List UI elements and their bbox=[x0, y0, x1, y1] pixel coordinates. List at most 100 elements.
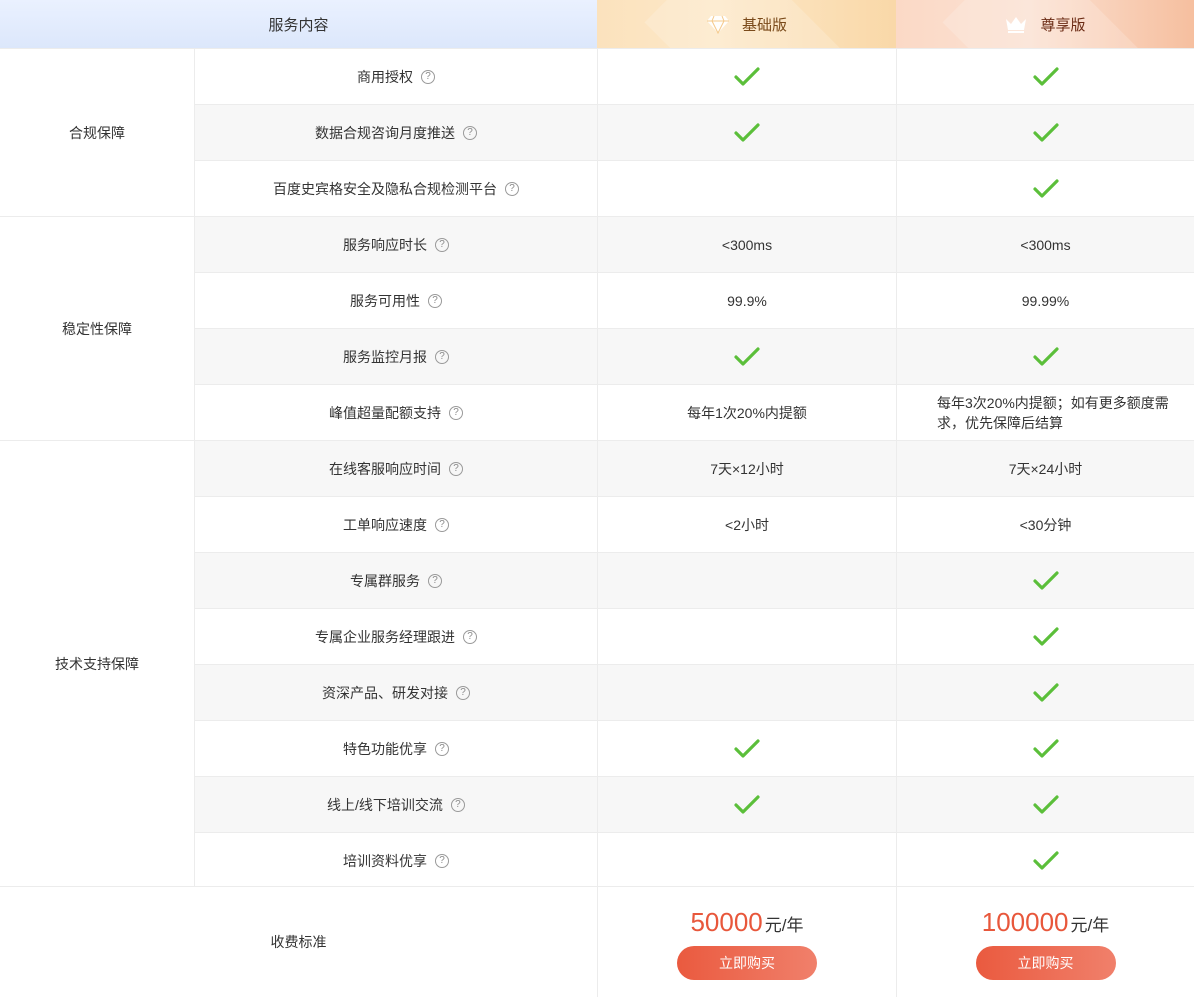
basic-value-cell bbox=[597, 161, 896, 217]
basic-value-cell: 7天×12小时 bbox=[597, 441, 896, 497]
question-circle-icon[interactable]: ? bbox=[421, 70, 435, 84]
basic-value-cell bbox=[597, 609, 896, 665]
feature-cell: 工单响应速度? bbox=[195, 497, 597, 553]
premium-value-cell bbox=[896, 105, 1194, 161]
check-icon bbox=[734, 795, 760, 814]
table-row: 峰值超量配额支持? 每年1次20%内提额 每年3次20%内提额；如有更多额度需求，优… bbox=[195, 384, 1194, 441]
category-label: 技术支持保障 bbox=[55, 655, 139, 672]
feature-label: 数据合规咨询月度推送 bbox=[315, 125, 455, 141]
premium-value-cell bbox=[896, 609, 1194, 665]
premium-value: 99.99% bbox=[1021, 293, 1070, 309]
question-circle-icon[interactable]: ? bbox=[449, 406, 463, 420]
table-row: 服务可用性? 99.9% 99.99% bbox=[195, 272, 1194, 329]
premium-value: <30分钟 bbox=[1019, 517, 1072, 533]
category-stability: 稳定性保障 bbox=[0, 216, 195, 440]
check-icon bbox=[734, 123, 760, 142]
premium-price-unit: 元/年 bbox=[1070, 916, 1110, 935]
category-compliance: 合规保障 bbox=[0, 48, 195, 216]
basic-value-cell bbox=[597, 777, 896, 833]
basic-value-cell bbox=[597, 49, 896, 105]
table-row: 专属企业服务经理跟进? bbox=[195, 608, 1194, 665]
premium-price: 100000 元/年 bbox=[982, 907, 1110, 938]
premium-value-cell bbox=[896, 721, 1194, 777]
premium-value: 7天×24小时 bbox=[1008, 461, 1083, 477]
feature-label: 专属企业服务经理跟进 bbox=[315, 629, 455, 645]
question-circle-icon[interactable]: ? bbox=[463, 126, 477, 140]
basic-value-cell: <300ms bbox=[597, 217, 896, 273]
question-circle-icon[interactable]: ? bbox=[435, 854, 449, 868]
category-tech-support: 技术支持保障 bbox=[0, 440, 195, 886]
question-circle-icon[interactable]: ? bbox=[505, 182, 519, 196]
basic-value-cell bbox=[597, 329, 896, 385]
premium-price-amount: 100000 bbox=[981, 907, 1069, 937]
table-row: 商用授权? bbox=[195, 48, 1194, 105]
premium-value-cell bbox=[896, 665, 1194, 721]
buy-premium-button[interactable]: 立即购买 bbox=[975, 946, 1116, 980]
feature-cell: 特色功能优享? bbox=[195, 721, 597, 777]
fee-label-cell: 收费标准 bbox=[0, 886, 597, 997]
feature-cell: 在线客服响应时间? bbox=[195, 441, 597, 497]
basic-value-cell bbox=[597, 553, 896, 609]
basic-value-cell bbox=[597, 105, 896, 161]
feature-label: 服务响应时长 bbox=[343, 237, 427, 253]
premium-value-cell: <300ms bbox=[896, 217, 1194, 273]
check-icon bbox=[1032, 739, 1059, 758]
question-circle-icon[interactable]: ? bbox=[463, 630, 477, 644]
feature-label: 专属群服务 bbox=[350, 573, 420, 589]
crown-icon bbox=[1006, 17, 1027, 33]
feature-cell: 专属企业服务经理跟进? bbox=[195, 609, 597, 665]
premium-value-cell: 99.99% bbox=[896, 273, 1194, 329]
feature-cell: 专属群服务? bbox=[195, 553, 597, 609]
feature-cell: 商用授权? bbox=[195, 49, 597, 105]
table-row: 在线客服响应时间? 7天×12小时 7天×24小时 bbox=[195, 440, 1194, 497]
basic-value: 7天×12小时 bbox=[710, 461, 784, 477]
header-service-content: 服务内容 bbox=[0, 0, 597, 48]
question-circle-icon[interactable]: ? bbox=[450, 798, 465, 812]
check-icon bbox=[734, 67, 760, 86]
buy-basic-button[interactable]: 立即购买 bbox=[677, 946, 817, 980]
header-basic-label: 基础版 bbox=[741, 16, 787, 34]
question-circle-icon[interactable]: ? bbox=[449, 462, 463, 476]
basic-value: 每年1次20%内提额 bbox=[687, 405, 807, 421]
fee-basic-cell: 50000 元/年 立即购买 bbox=[597, 886, 896, 997]
question-circle-icon[interactable]: ? bbox=[428, 294, 442, 308]
check-icon bbox=[1032, 627, 1059, 646]
premium-value-cell bbox=[896, 49, 1194, 105]
basic-value: <2小时 bbox=[725, 517, 769, 533]
basic-value-cell: 99.9% bbox=[597, 273, 896, 329]
check-icon bbox=[1032, 571, 1059, 590]
premium-value: <300ms bbox=[1020, 237, 1071, 253]
category-label: 稳定性保障 bbox=[62, 320, 132, 337]
question-circle-icon[interactable]: ? bbox=[428, 574, 442, 588]
feature-cell: 服务可用性? bbox=[195, 273, 597, 329]
question-circle-icon[interactable]: ? bbox=[456, 686, 470, 700]
check-icon bbox=[734, 347, 760, 366]
basic-value-cell: <2小时 bbox=[597, 497, 896, 553]
premium-value-cell bbox=[896, 833, 1194, 889]
feature-cell: 峰值超量配额支持? bbox=[195, 385, 597, 441]
feature-label: 百度史宾格安全及隐私合规检测平台 bbox=[273, 181, 497, 197]
question-circle-icon[interactable]: ? bbox=[435, 238, 449, 252]
table-row: 工单响应速度? <2小时 <30分钟 bbox=[195, 496, 1194, 553]
premium-value-cell: 7天×24小时 bbox=[896, 441, 1194, 497]
question-circle-icon[interactable]: ? bbox=[435, 518, 449, 532]
basic-value-cell bbox=[597, 833, 896, 889]
premium-value-cell bbox=[896, 161, 1194, 217]
feature-label: 服务可用性 bbox=[350, 293, 420, 309]
feature-label: 工单响应速度 bbox=[343, 517, 427, 533]
feature-label: 服务监控月报 bbox=[343, 349, 427, 365]
basic-price-amount: 50000 bbox=[690, 907, 763, 937]
table-row: 资深产品、研发对接? bbox=[195, 664, 1194, 721]
feature-label: 培训资料优享 bbox=[343, 853, 427, 869]
basic-value: <300ms bbox=[721, 237, 773, 253]
table-row: 百度史宾格安全及隐私合规检测平台? bbox=[195, 160, 1194, 217]
question-circle-icon[interactable]: ? bbox=[435, 742, 449, 756]
feature-label: 资深产品、研发对接 bbox=[322, 685, 448, 701]
header-basic-plan: 基础版 bbox=[597, 0, 896, 48]
feature-cell: 线上/线下培训交流? bbox=[195, 777, 597, 833]
header-premium-label: 尊享版 bbox=[1040, 16, 1086, 34]
check-icon bbox=[1032, 683, 1059, 702]
question-circle-icon[interactable]: ? bbox=[435, 350, 449, 364]
check-icon bbox=[1032, 795, 1059, 814]
premium-value-cell: <30分钟 bbox=[896, 497, 1194, 553]
